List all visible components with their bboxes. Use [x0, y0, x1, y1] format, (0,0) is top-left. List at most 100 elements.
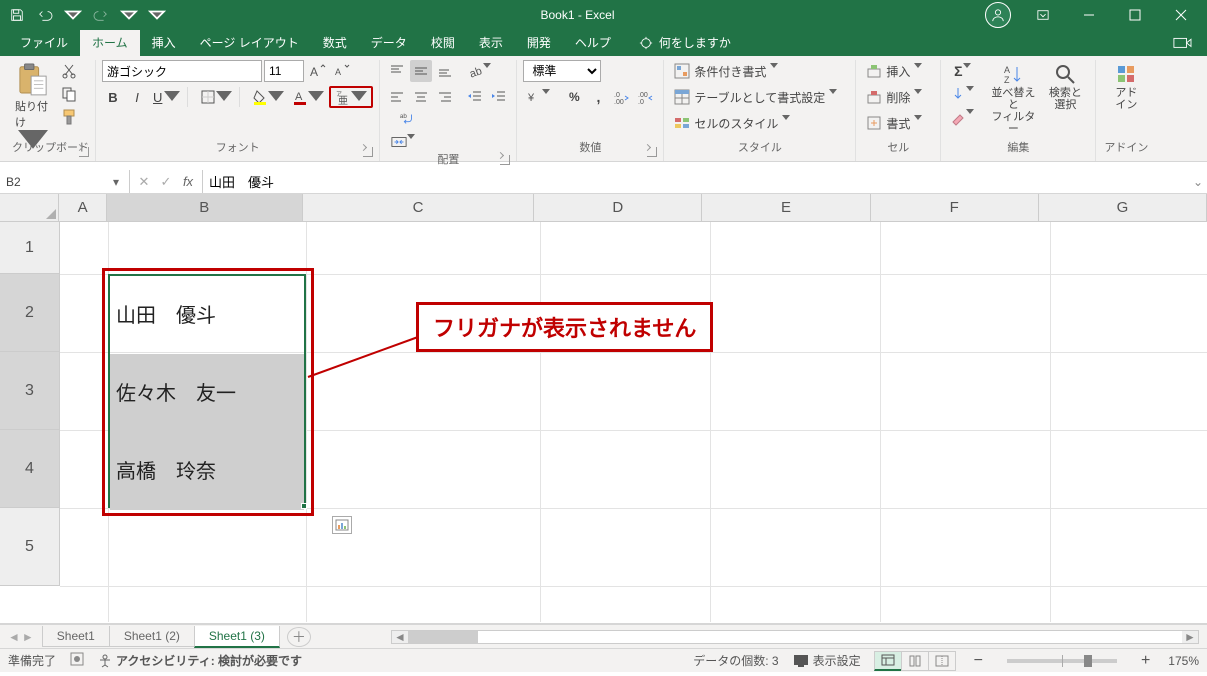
addin-button[interactable]: アド イン [1102, 60, 1150, 114]
sheet-tab-3[interactable]: Sheet1 (3) [194, 626, 280, 648]
tell-me[interactable]: 何をしますか [629, 30, 741, 56]
tab-view[interactable]: 表示 [467, 30, 515, 56]
tab-formulas[interactable]: 数式 [311, 30, 359, 56]
autosum-button[interactable]: Σ [947, 60, 985, 82]
sheet-nav-next[interactable]: ► [22, 630, 34, 644]
wrap-text-button[interactable]: ab [392, 108, 422, 130]
expand-formula-icon[interactable]: ⌄ [1189, 170, 1207, 193]
row-header-5[interactable]: 5 [0, 508, 60, 586]
tab-home[interactable]: ホーム [80, 30, 140, 56]
row-header-4[interactable]: 4 [0, 430, 60, 508]
increase-indent-button[interactable] [488, 86, 510, 108]
tab-file[interactable]: ファイル [8, 30, 80, 56]
quick-analysis-button[interactable] [332, 516, 352, 534]
qat-customize[interactable] [144, 3, 170, 27]
scroll-thumb[interactable] [408, 631, 478, 643]
zoom-in-button[interactable]: + [1137, 652, 1154, 670]
sheet-tab-1[interactable]: Sheet1 [42, 626, 110, 647]
decrease-indent-button[interactable] [464, 86, 486, 108]
tab-developer[interactable]: 開発 [515, 30, 563, 56]
zoom-out-button[interactable]: − [970, 652, 987, 670]
tab-review[interactable]: 校閲 [419, 30, 467, 56]
col-header-G[interactable]: G [1039, 194, 1207, 221]
tab-data[interactable]: データ [359, 30, 419, 56]
chevron-down-icon[interactable]: ▾ [109, 175, 123, 189]
fx-icon[interactable]: fx [178, 174, 198, 189]
save-button[interactable] [4, 3, 30, 27]
borders-button[interactable] [197, 86, 235, 108]
cancel-icon[interactable]: ✕ [134, 174, 154, 190]
phonetic-button[interactable]: ア亜 [329, 86, 373, 108]
col-header-D[interactable]: D [534, 194, 702, 221]
select-all-button[interactable] [0, 194, 59, 221]
align-left-button[interactable] [386, 86, 408, 108]
zoom-slider[interactable] [1007, 659, 1117, 663]
comma-button[interactable]: , [587, 86, 609, 108]
conditional-formatting-button[interactable]: 条件付き書式 [670, 60, 790, 82]
account-icon[interactable] [985, 2, 1011, 28]
increase-font-button[interactable]: A [306, 60, 328, 82]
dialog-launcher-icon[interactable] [647, 147, 657, 157]
macro-record-icon[interactable] [70, 652, 84, 669]
row-header-3[interactable]: 3 [0, 352, 60, 430]
minimize-button[interactable] [1067, 1, 1111, 29]
normal-view-button[interactable] [874, 651, 902, 671]
scroll-right-icon[interactable]: ► [1182, 631, 1198, 643]
fill-color-button[interactable] [249, 86, 287, 108]
zoom-level[interactable]: 175% [1168, 654, 1199, 668]
undo-button[interactable] [32, 3, 58, 27]
percent-button[interactable]: % [563, 86, 585, 108]
close-button[interactable] [1159, 1, 1203, 29]
tab-insert[interactable]: 挿入 [140, 30, 188, 56]
sheet-nav-prev[interactable]: ◄ [8, 630, 20, 644]
insert-cells-button[interactable]: 挿入 [862, 60, 934, 82]
dialog-launcher-icon[interactable] [500, 155, 510, 165]
redo-dropdown[interactable] [116, 3, 142, 27]
worksheet-grid[interactable]: A B C D E F G 1 2 3 4 5 [0, 194, 1207, 624]
name-box[interactable]: B2▾ [0, 170, 130, 193]
copy-button[interactable] [58, 83, 80, 105]
align-top-button[interactable] [386, 60, 408, 82]
undo-dropdown[interactable] [60, 3, 86, 27]
align-middle-button[interactable] [410, 60, 432, 82]
orientation-button[interactable]: ab [464, 60, 502, 82]
increase-decimal-button[interactable]: .0.00 [611, 86, 633, 108]
formula-input[interactable] [203, 170, 1189, 193]
find-select-button[interactable]: 検索と 選択 [1041, 60, 1089, 114]
merge-button[interactable] [392, 131, 422, 153]
clear-button[interactable] [947, 106, 985, 128]
page-break-view-button[interactable] [928, 651, 956, 671]
page-layout-view-button[interactable] [901, 651, 929, 671]
italic-button[interactable]: I [126, 86, 148, 108]
align-bottom-button[interactable] [434, 60, 456, 82]
row-header-2[interactable]: 2 [0, 274, 60, 352]
sheet-tab-2[interactable]: Sheet1 (2) [109, 626, 195, 647]
col-header-A[interactable]: A [59, 194, 107, 221]
decrease-font-button[interactable]: A [330, 60, 352, 82]
add-sheet-button[interactable]: ＋ [287, 627, 311, 647]
tab-pagelayout[interactable]: ページ レイアウト [188, 30, 311, 56]
horizontal-scrollbar[interactable]: ◄ ► [391, 630, 1199, 644]
paste-button[interactable]: 貼り付け [12, 60, 54, 126]
accessibility-status[interactable]: アクセシビリティ: 検討が必要です [98, 652, 302, 669]
align-center-button[interactable] [410, 86, 432, 108]
maximize-button[interactable] [1113, 1, 1157, 29]
enter-icon[interactable]: ✓ [156, 174, 176, 190]
font-size-select[interactable] [264, 60, 304, 82]
delete-cells-button[interactable]: 削除 [862, 86, 934, 108]
fill-button[interactable] [947, 83, 985, 105]
number-format-select[interactable]: 標準 [523, 60, 601, 82]
row-header-1[interactable]: 1 [0, 222, 60, 274]
cell-styles-button[interactable]: セルのスタイル [670, 112, 802, 134]
align-right-button[interactable] [434, 86, 456, 108]
cut-button[interactable] [58, 60, 80, 82]
display-settings-button[interactable]: 表示設定 [793, 652, 861, 669]
col-header-C[interactable]: C [303, 194, 535, 221]
format-painter-button[interactable] [58, 106, 80, 128]
font-name-select[interactable] [102, 60, 262, 82]
underline-button[interactable]: U [150, 86, 183, 108]
font-color-button[interactable]: A [289, 86, 327, 108]
cells-area[interactable]: 山田 優斗 佐々木 友一 高橋 玲奈 フリガナが表示されません [60, 222, 1207, 586]
tab-help[interactable]: ヘルプ [563, 30, 623, 56]
dialog-launcher-icon[interactable] [363, 147, 373, 157]
